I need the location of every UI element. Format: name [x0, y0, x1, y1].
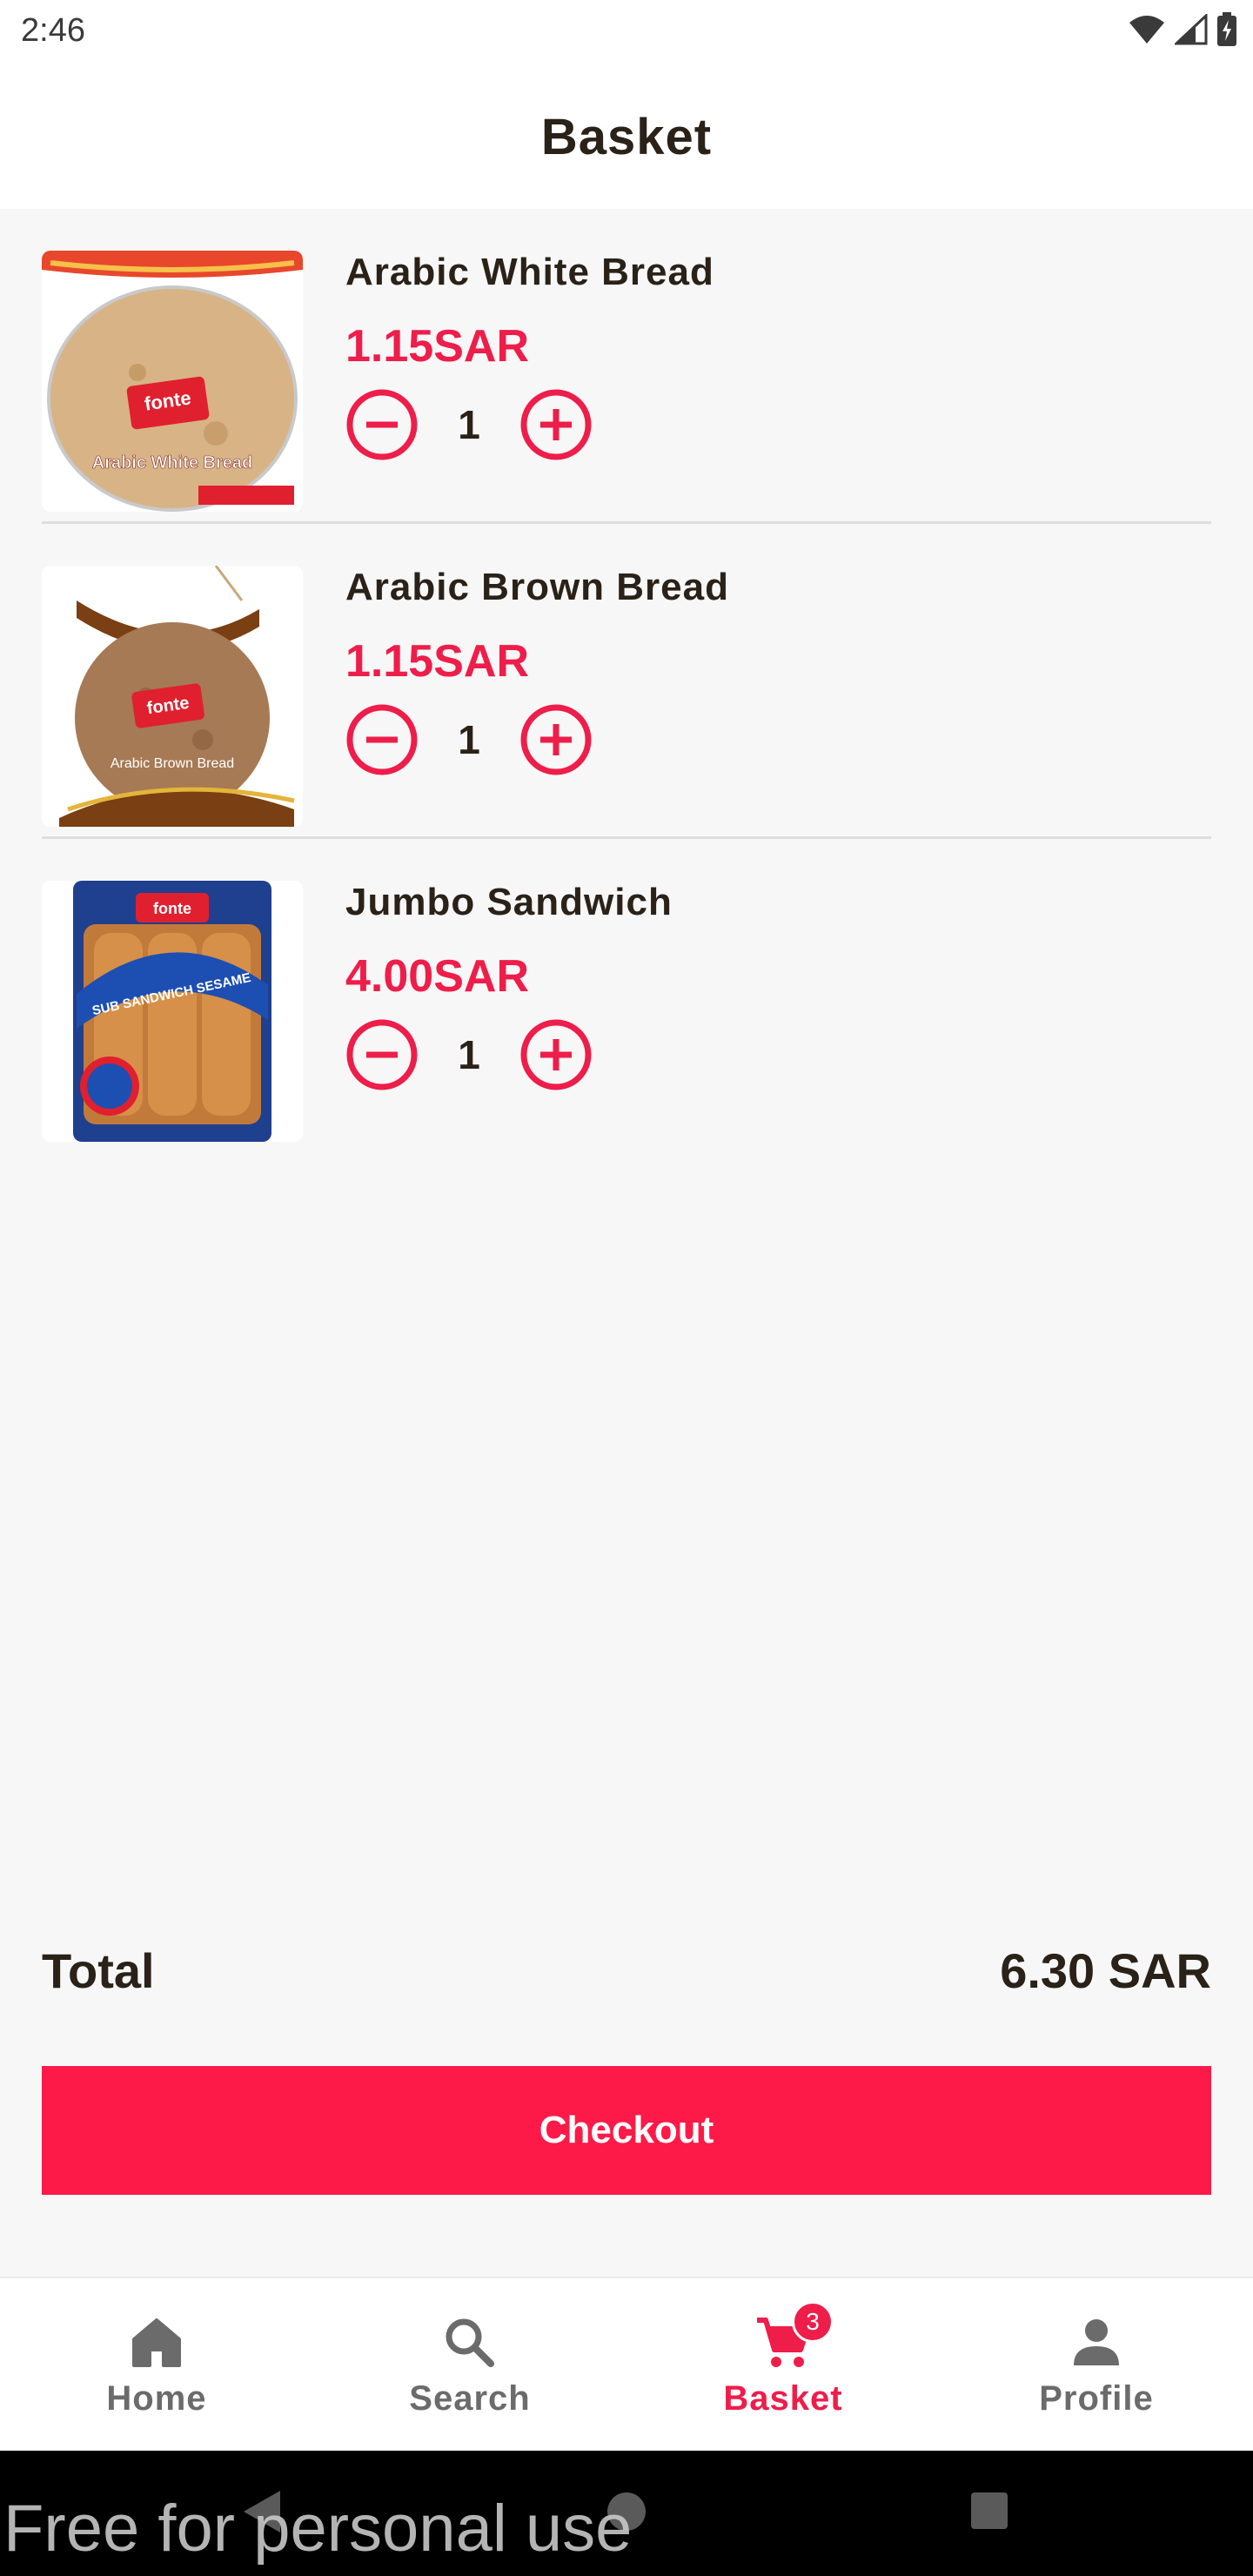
battery-charging-icon [1216, 12, 1237, 51]
nav-item-basket[interactable]: 3 Basket [626, 2278, 940, 2451]
basket-item: fonte Arabic White Bread Arabic White Br… [42, 209, 1211, 524]
product-image-jumbo-sandwich[interactable]: SUB SANDWICH SESAME fonte [42, 881, 303, 1142]
signal-icon [1173, 12, 1208, 50]
product-image-arabic-brown-bread[interactable]: fonte Arabic Brown Bread [42, 566, 303, 827]
nav-label: Search [409, 2379, 531, 2418]
basket-list: fonte Arabic White Bread Arabic White Br… [42, 209, 1211, 1154]
bottom-nav: Home Search 3 Basket Profile [0, 2277, 1253, 2451]
plus-circle-icon [520, 704, 592, 775]
product-image-arabic-white-bread[interactable]: fonte Arabic White Bread [42, 251, 303, 512]
product-name: Jumbo Sandwich [345, 881, 673, 923]
quantity-value: 1 [458, 1032, 480, 1077]
product-name: Arabic Brown Bread [345, 566, 729, 608]
plus-circle-icon [520, 1019, 592, 1090]
status-icons [1128, 12, 1237, 51]
product-name: Arabic White Bread [345, 251, 714, 293]
quantity-stepper: 1 [345, 703, 593, 776]
nav-item-home[interactable]: Home [0, 2278, 313, 2451]
quantity-stepper: 1 [345, 388, 593, 461]
nav-label: Home [106, 2379, 207, 2418]
plus-circle-icon [520, 389, 592, 460]
person-icon [1067, 2313, 1126, 2372]
decrease-quantity-button[interactable] [345, 388, 419, 461]
cart-icon: 3 [754, 2301, 834, 2372]
product-price: 4.00SAR [345, 951, 529, 1002]
product-price: 1.15SAR [345, 321, 529, 372]
nav-item-profile[interactable]: Profile [940, 2278, 1253, 2451]
increase-quantity-button[interactable] [519, 388, 593, 461]
status-time: 2:46 [21, 12, 85, 49]
quantity-value: 1 [458, 717, 480, 762]
cart-count-badge: 3 [792, 2301, 834, 2343]
quantity-stepper: 1 [345, 1018, 593, 1091]
svg-text:fonte: fonte [153, 900, 191, 917]
svg-text:Arabic White Bread: Arabic White Bread [92, 453, 252, 473]
nav-label: Basket [723, 2379, 843, 2418]
home-icon [127, 2313, 186, 2372]
minus-circle-icon [346, 704, 418, 775]
increase-quantity-button[interactable] [519, 703, 593, 776]
total-value: 6.30 SAR [1000, 1943, 1211, 1998]
watermark-text: Free for personal use [3, 2492, 633, 2566]
product-price: 1.15SAR [345, 636, 529, 687]
total-label: Total [42, 1943, 155, 1998]
basket-item: SUB SANDWICH SESAME fonte Jumbo Sandwich… [42, 839, 1211, 1154]
recents-icon[interactable] [969, 2489, 1009, 2539]
page-title: Basket [540, 109, 713, 165]
checkout-button[interactable]: Checkout [42, 2066, 1211, 2195]
decrease-quantity-button[interactable] [345, 703, 419, 776]
nav-label: Profile [1039, 2379, 1154, 2418]
svg-text:Arabic Brown Bread: Arabic Brown Bread [111, 756, 234, 771]
minus-circle-icon [346, 1019, 418, 1090]
wifi-icon [1128, 14, 1166, 50]
increase-quantity-button[interactable] [519, 1018, 593, 1091]
quantity-value: 1 [458, 402, 480, 447]
decrease-quantity-button[interactable] [345, 1018, 419, 1091]
search-icon [440, 2313, 499, 2372]
basket-item: fonte Arabic Brown Bread Arabic Brown Br… [42, 524, 1211, 839]
app-header: Basket [0, 66, 1253, 209]
nav-item-search[interactable]: Search [313, 2278, 626, 2451]
minus-circle-icon [346, 389, 418, 460]
status-bar: 2:46 [0, 0, 1253, 66]
